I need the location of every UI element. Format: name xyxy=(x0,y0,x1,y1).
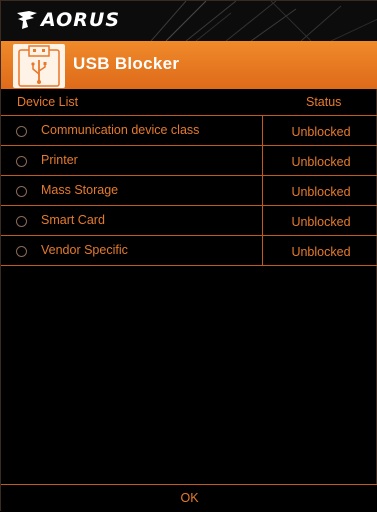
device-row-mass-storage[interactable]: Mass Storage Unblocked xyxy=(1,176,377,206)
device-radio[interactable] xyxy=(16,156,27,167)
device-label: Vendor Specific xyxy=(41,243,128,257)
status-text: Unblocked xyxy=(291,245,351,259)
title-bar: USB Blocker xyxy=(1,41,377,89)
device-label: Printer xyxy=(41,153,78,167)
usb-blocker-window: AORUS USB Blocker Device List Status Com… xyxy=(0,0,377,512)
page-title: USB Blocker xyxy=(73,54,180,73)
status-cell[interactable]: Unblocked xyxy=(262,176,377,206)
device-list: Communication device class Unblocked Pri… xyxy=(1,116,377,266)
device-radio[interactable] xyxy=(16,246,27,257)
ok-button[interactable]: OK xyxy=(1,485,377,512)
status-cell[interactable]: Unblocked xyxy=(262,146,377,176)
device-list-header: Device List xyxy=(17,95,79,109)
device-row-printer[interactable]: Printer Unblocked xyxy=(1,146,377,176)
status-header: Status xyxy=(306,95,342,109)
device-row-communication[interactable]: Communication device class Unblocked xyxy=(1,116,377,146)
device-radio[interactable] xyxy=(16,126,27,137)
device-radio[interactable] xyxy=(16,186,27,197)
device-label: Communication device class xyxy=(41,123,200,137)
device-radio[interactable] xyxy=(16,216,27,227)
usb-icon xyxy=(13,44,65,88)
device-row-smart-card[interactable]: Smart Card Unblocked xyxy=(1,206,377,236)
status-text: Unblocked xyxy=(291,185,351,199)
device-row-vendor-specific[interactable]: Vendor Specific Unblocked xyxy=(1,236,377,266)
status-cell[interactable]: Unblocked xyxy=(262,116,377,146)
status-text: Unblocked xyxy=(291,215,351,229)
device-label: Smart Card xyxy=(41,213,105,227)
status-cell[interactable]: Unblocked xyxy=(262,236,377,266)
aorus-logo: AORUS xyxy=(15,9,120,31)
status-text: Unblocked xyxy=(291,155,351,169)
status-cell[interactable]: Unblocked xyxy=(262,206,377,236)
aorus-eagle-icon xyxy=(17,11,37,29)
brand-bar: AORUS xyxy=(1,1,377,41)
status-text: Unblocked xyxy=(291,125,351,139)
device-label: Mass Storage xyxy=(41,183,119,197)
logo-text: AORUS xyxy=(41,9,121,31)
